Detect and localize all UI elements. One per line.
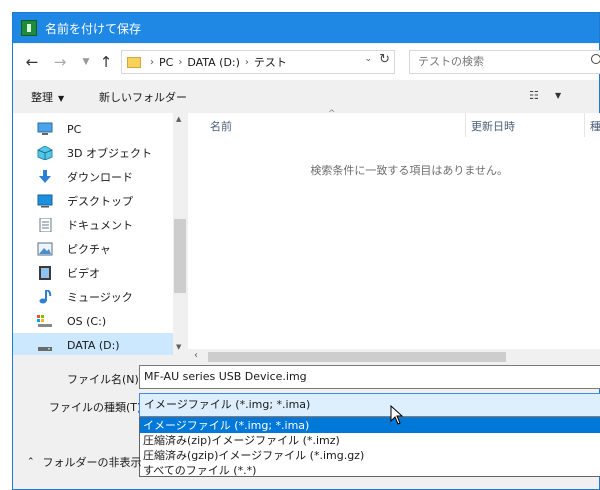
sidebar-item-pictures[interactable]: ピクチャ — [13, 237, 173, 261]
view-dropdown-icon[interactable]: ▼ — [555, 91, 561, 100]
file-list: ^ 名前 更新日時 種 検索条件に一致する項目はありません。 ‹ — [188, 109, 600, 365]
column-divider[interactable] — [465, 113, 466, 137]
sidebar-item-label: ビデオ — [67, 267, 100, 280]
filename-field[interactable]: MF-AU series USB Device.img — [139, 365, 600, 389]
horizontal-scrollbar[interactable]: ‹ — [188, 349, 600, 365]
column-divider[interactable] — [584, 113, 585, 137]
path-dropdown-icon[interactable]: ⌄ — [364, 54, 372, 64]
mouse-cursor-icon — [390, 405, 404, 425]
filetype-label: ファイルの種類(T): — [49, 401, 146, 414]
up-arrow-icon[interactable]: ↑ — [97, 52, 115, 72]
chevron-down-icon: ▼ — [58, 94, 65, 103]
sidebar-item-documents[interactable]: ドキュメント — [13, 213, 173, 237]
sidebar-item-label: PC — [67, 122, 82, 136]
video-icon — [39, 266, 51, 280]
column-modified[interactable]: 更新日時 — [471, 118, 515, 134]
breadcrumb-separator: › — [178, 56, 183, 68]
desktop-icon — [37, 194, 53, 208]
toolbar: 整理 ▼ 新しいフォルダー ☷ ▼ — [13, 81, 599, 113]
scrollbar-thumb[interactable] — [174, 219, 186, 293]
sidebar-item-desktop[interactable]: デスクトップ — [13, 189, 173, 213]
back-arrow-icon[interactable]: ← — [23, 52, 41, 72]
organize-label: 整理 — [31, 91, 53, 104]
breadcrumb-pc[interactable]: PC — [159, 56, 173, 69]
sidebar-item-label: ダウンロード — [67, 171, 133, 184]
view-options-icon[interactable]: ☷ — [529, 89, 539, 102]
filetype-option[interactable]: すべてのファイル (*.*) — [140, 463, 600, 478]
navigation-pane: PC 3D オブジェクト ダウンロード デスクトップ ドキュメント ピクチャ ビ… — [13, 113, 173, 355]
sidebar-item-music[interactable]: ミュージック — [13, 285, 173, 309]
breadcrumb-folder[interactable]: テスト — [254, 54, 287, 70]
folder-icon — [127, 56, 141, 68]
chevron-up-icon: ⌃ — [27, 457, 35, 467]
hide-folders-label: フォルダーの非表示 — [42, 456, 142, 469]
sort-caret-icon: ^ — [328, 109, 336, 119]
path-box[interactable]: › PC › DATA (D:) › テスト ⌄ ↻ — [121, 50, 395, 74]
cube-3d-icon — [37, 146, 53, 160]
sidebar-item-pc[interactable]: PC — [13, 117, 173, 141]
sidebar-item-label: OS (C:) — [67, 314, 107, 328]
search-input[interactable]: テストの検索 — [409, 50, 600, 74]
drive-d-icon — [38, 347, 52, 351]
filetype-option[interactable]: 圧縮済み(zip)イメージファイル (*.imz) — [140, 433, 600, 448]
download-icon — [39, 170, 51, 183]
sidebar-item-label: ピクチャ — [67, 243, 111, 256]
sidebar-item-videos[interactable]: ビデオ — [13, 261, 173, 285]
music-icon — [39, 290, 52, 304]
filetype-option[interactable]: 圧縮済み(gzip)イメージファイル (*.img.gz) — [140, 448, 600, 463]
title-bar: 名前を付けて保存 — [13, 13, 599, 43]
picture-icon — [37, 242, 53, 256]
filetype-select[interactable]: イメージファイル (*.img; *.ima) — [139, 393, 600, 417]
scroll-down-icon[interactable]: ▼ — [176, 343, 181, 351]
sidebar-item-data-d[interactable]: DATA (D:) — [13, 333, 173, 355]
empty-folder-message: 検索条件に一致する項目はありません。 — [310, 164, 508, 177]
filetype-dropdown-list: イメージファイル (*.img; *.ima) 圧縮済み(zip)イメージファイ… — [139, 417, 600, 477]
sidebar-item-label: 3D オブジェクト — [67, 147, 152, 160]
breadcrumb-separator: › — [244, 56, 249, 68]
organize-button[interactable]: 整理 ▼ — [31, 89, 64, 105]
filename-label: ファイル名(N): — [67, 373, 143, 386]
window-title: 名前を付けて保存 — [45, 21, 142, 36]
filetype-option[interactable]: イメージファイル (*.img; *.ima) — [140, 418, 600, 433]
sidebar-item-label: ミュージック — [67, 291, 133, 304]
column-type[interactable]: 種 — [590, 118, 600, 134]
save-as-dialog: 名前を付けて保存 ← → ▼ ↑ › PC › DATA (D:) › テスト … — [12, 12, 600, 490]
column-name[interactable]: 名前 — [210, 118, 232, 134]
search-icon[interactable] — [591, 54, 600, 64]
sidebar-item-os-c[interactable]: OS (C:) — [13, 309, 173, 333]
document-icon — [39, 218, 52, 232]
sidebar-item-downloads[interactable]: ダウンロード — [13, 165, 173, 189]
column-header-row: ^ 名前 更新日時 種 — [188, 109, 600, 137]
sidebar-item-label: DATA (D:) — [67, 338, 120, 352]
breadcrumb-drive[interactable]: DATA (D:) — [187, 56, 240, 69]
scroll-up-icon[interactable]: ▲ — [176, 115, 181, 123]
breadcrumb-separator: › — [150, 56, 154, 68]
sidebar-item-label: デスクトップ — [67, 195, 133, 208]
sidebar-item-label: ドキュメント — [67, 219, 133, 232]
forward-arrow-icon[interactable]: → — [51, 52, 69, 72]
computer-icon — [37, 122, 53, 135]
scroll-left-icon[interactable]: ‹ — [194, 350, 198, 361]
address-bar: ← → ▼ ↑ › PC › DATA (D:) › テスト ⌄ ↻ テストの検… — [13, 44, 600, 80]
new-folder-button[interactable]: 新しいフォルダー — [99, 89, 187, 105]
hide-folders-button[interactable]: ⌃ フォルダーの非表示 — [27, 454, 142, 470]
sidebar-scrollbar[interactable]: ▲ ▼ — [173, 113, 187, 355]
recent-locations-chevron-icon[interactable]: ▼ — [77, 52, 95, 72]
scrollbar-thumb[interactable] — [208, 352, 506, 362]
sidebar-item-3d-objects[interactable]: 3D オブジェクト — [13, 141, 173, 165]
drive-c-icon — [37, 315, 52, 327]
refresh-icon[interactable]: ↻ — [379, 52, 390, 67]
app-icon — [21, 20, 37, 36]
